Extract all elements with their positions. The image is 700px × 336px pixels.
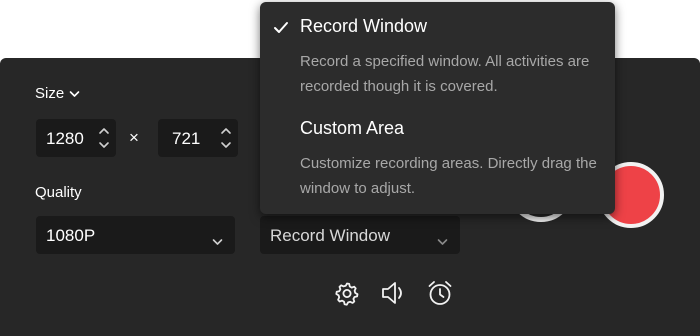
record-mode-select[interactable]: Record Window: [260, 216, 460, 254]
record-mode-value: Record Window: [270, 226, 390, 245]
quality-select[interactable]: 1080P: [36, 216, 235, 254]
settings-icon[interactable]: [332, 278, 362, 308]
height-value[interactable]: 721: [172, 129, 200, 149]
chevron-down-icon: [437, 231, 448, 251]
alarm-clock-icon[interactable]: [425, 278, 455, 308]
width-value[interactable]: 1280: [46, 129, 84, 149]
menu-item-title: Custom Area: [300, 118, 405, 138]
menu-item-description: Customize recording areas. Directly drag…: [300, 155, 597, 197]
quality-label: Quality: [35, 184, 82, 201]
size-separator: ×: [129, 128, 139, 147]
size-label: Size: [35, 85, 65, 102]
record-mode-menu: Record Window Record a specified window.…: [260, 2, 615, 214]
menu-item-description: Record a specified window. All activitie…: [300, 53, 590, 95]
size-dropdown-label[interactable]: Size: [35, 85, 80, 102]
chevron-down-icon: [69, 90, 80, 98]
volume-icon[interactable]: [379, 278, 409, 308]
width-stepper[interactable]: 1280: [36, 119, 116, 157]
chevron-down-icon: [212, 231, 223, 251]
height-stepper-arrows-icon[interactable]: [220, 125, 232, 151]
height-stepper[interactable]: 721: [158, 119, 238, 157]
checkmark-icon: [273, 21, 289, 34]
quality-value: 1080P: [46, 226, 96, 245]
width-stepper-arrows-icon[interactable]: [98, 125, 110, 151]
menu-item-title: Record Window: [300, 16, 428, 36]
